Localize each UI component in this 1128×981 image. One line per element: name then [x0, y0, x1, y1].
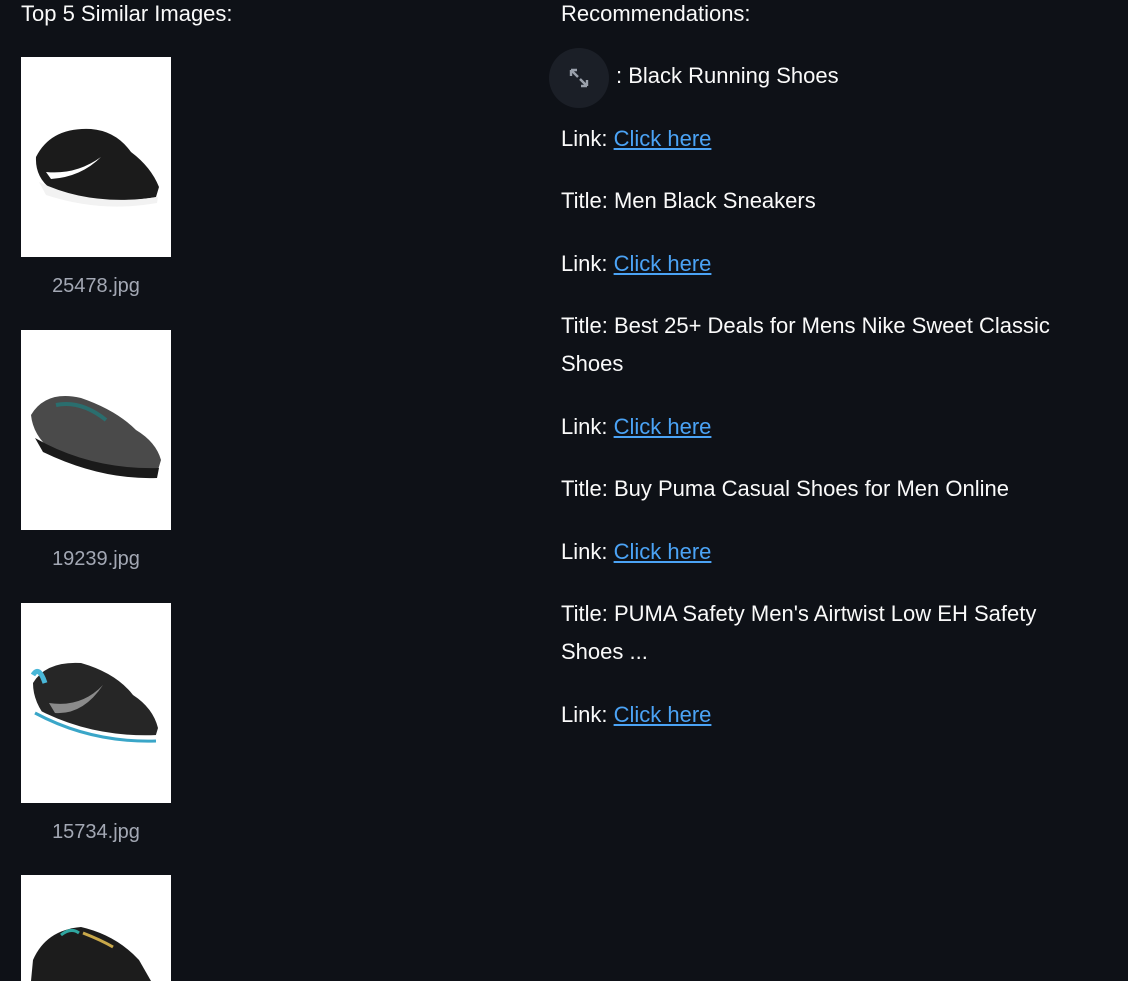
recommendation-link-line: Link: Click here: [561, 408, 1061, 446]
link-prefix: Link:: [561, 539, 608, 564]
recommendation-link[interactable]: Click here: [614, 414, 712, 439]
recommendations-heading: Recommendations:: [561, 1, 751, 26]
image-caption: 15734.jpg: [52, 821, 140, 843]
similar-image-card: 19239.jpg: [21, 330, 171, 571]
recommendation-link[interactable]: Click here: [614, 702, 712, 727]
image-caption: 25478.jpg: [52, 275, 140, 297]
shoe-image[interactable]: [21, 57, 171, 257]
fullscreen-button[interactable]: [549, 48, 609, 108]
link-prefix: Link:: [561, 251, 608, 276]
recommendation-title: Title: Best 25+ Deals for Mens Nike Swee…: [561, 313, 1050, 376]
expand-icon: [569, 68, 589, 88]
link-prefix: Link:: [561, 126, 608, 151]
similar-image-card: [21, 875, 171, 981]
image-caption: 19239.jpg: [52, 548, 140, 570]
recommendation-title: Title: Buy Puma Casual Shoes for Men Onl…: [561, 476, 1009, 501]
recommendation-link-line: Link: Click here: [561, 533, 1061, 571]
shoe-image[interactable]: [21, 603, 171, 803]
sneaker-grey-icon: [31, 396, 161, 479]
recommendation-title: Title: PUMA Safety Men's Airtwist Low EH…: [561, 601, 1037, 664]
link-prefix: Link:: [561, 702, 608, 727]
recommendation-link[interactable]: Click here: [614, 251, 712, 276]
link-prefix: Link:: [561, 414, 608, 439]
recommendation-link-line: Link: Click here: [561, 245, 1061, 283]
sneaker-white-swoosh-icon: [35, 128, 159, 207]
recommendation-link[interactable]: Click here: [614, 126, 712, 151]
recommendation-link-line: Link: Click here: [561, 696, 1061, 734]
shoe-image[interactable]: [21, 875, 171, 981]
similar-image-card: 15734.jpg: [21, 603, 171, 844]
similar-images-heading: Top 5 Similar Images:: [21, 1, 233, 26]
recommendation-title: Title: Men Black Sneakers: [561, 188, 816, 213]
recommendation-link[interactable]: Click here: [614, 539, 712, 564]
recommendation-title: : Black Running Shoes: [616, 63, 839, 88]
recommendation-link-line: Link: Click here: [561, 120, 1061, 158]
sneaker-blue-sole-icon: [30, 662, 158, 749]
shoe-image[interactable]: [21, 330, 171, 530]
similar-image-card: 25478.jpg: [21, 57, 171, 298]
sneaker-black-partial-icon: [31, 927, 151, 981]
